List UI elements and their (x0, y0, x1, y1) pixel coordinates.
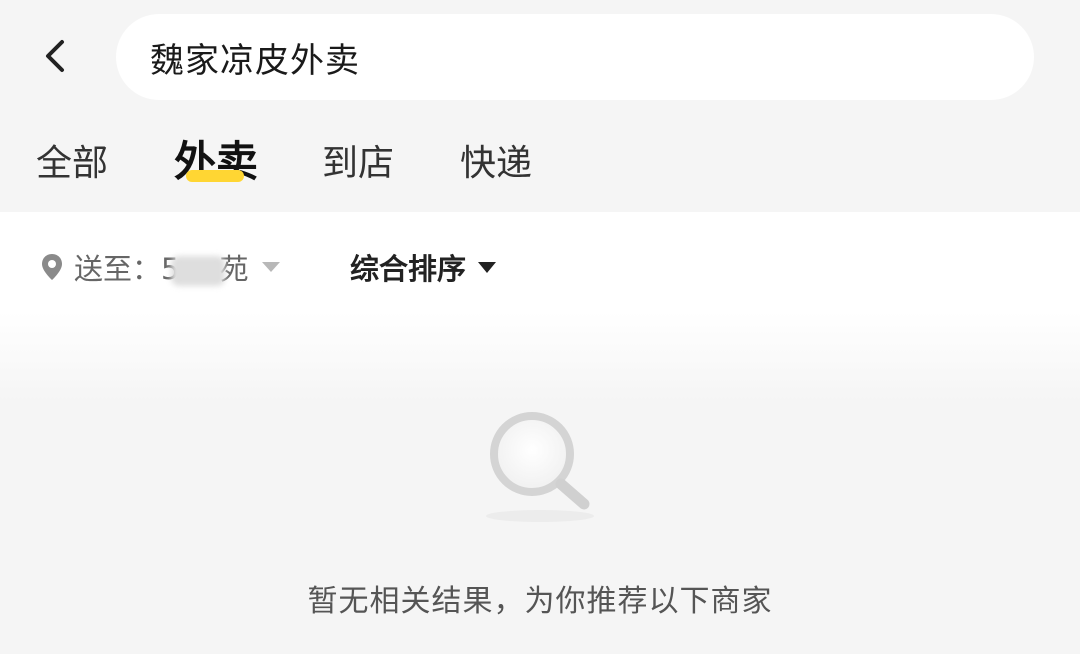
search-query-text: 魏家凉皮外卖 (150, 40, 360, 81)
caret-down-icon (262, 262, 281, 272)
chevron-left-icon (46, 40, 64, 72)
header: 魏家凉皮外卖 全部 外卖 到店 快递 (0, 0, 1080, 212)
location-pin-icon (42, 254, 62, 280)
tab-express[interactable]: 快递 (460, 134, 532, 186)
caret-down-icon (478, 261, 497, 273)
delivery-prefix: 送至： (74, 252, 162, 286)
active-tab-underline (186, 170, 244, 182)
tab-in-store[interactable]: 到店 (322, 134, 394, 186)
search-input[interactable]: 魏家凉皮外卖 (116, 14, 1034, 100)
category-tabs: 全部 外卖 到店 快递 (0, 120, 1080, 200)
address-redaction (171, 256, 226, 286)
sort-selector[interactable]: 综合排序 (350, 247, 497, 287)
results-area: 送至：5 苑 综合排序 暂无相关结果，为你推荐以下商家 (0, 212, 1080, 654)
empty-state-message: 暂无相关结果，为你推荐以下商家 (307, 584, 773, 619)
filter-bar: 送至：5 苑 综合排序 (0, 212, 1080, 322)
delivery-address-selector[interactable]: 送至：5 苑 (40, 246, 281, 288)
sort-label: 综合排序 (350, 252, 467, 286)
tab-all[interactable]: 全部 (36, 134, 108, 186)
back-button[interactable] (30, 30, 82, 82)
delivery-address-label: 送至：5 苑 (74, 246, 248, 288)
magnifier-icon (476, 408, 606, 528)
